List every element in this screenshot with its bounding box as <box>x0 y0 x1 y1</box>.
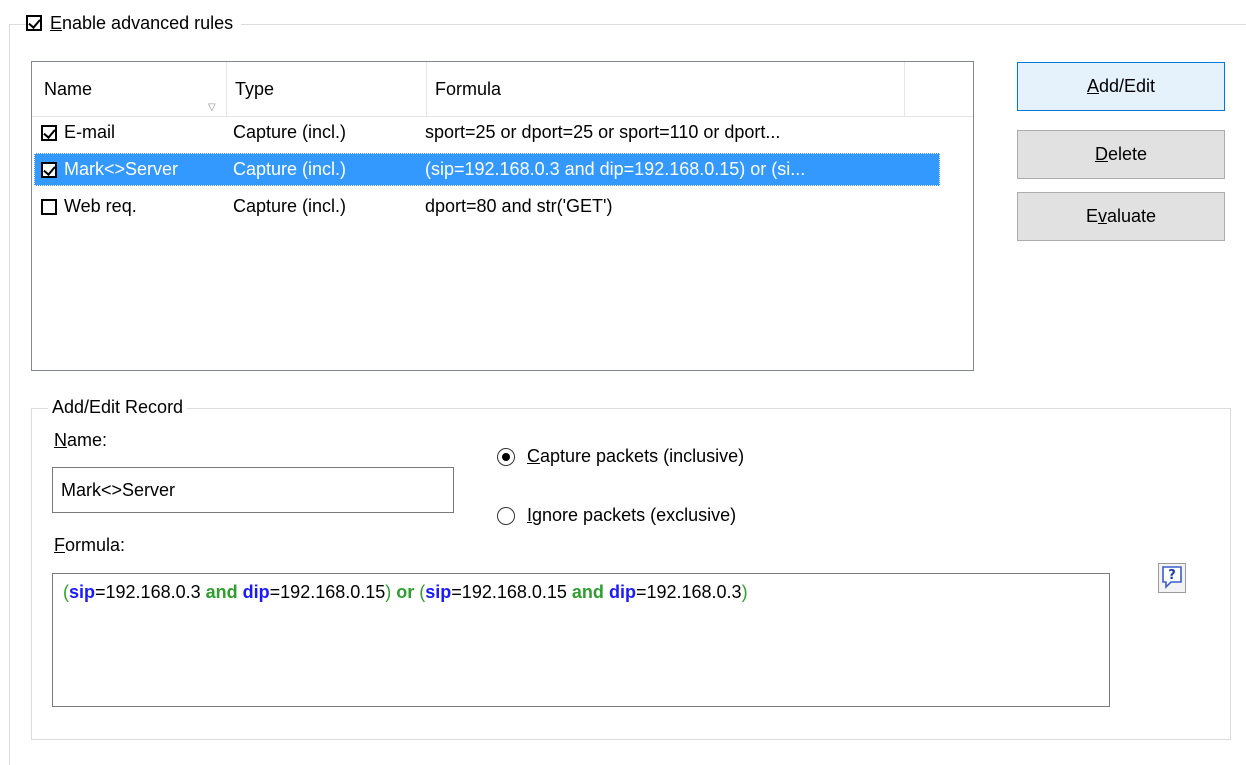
table-row[interactable]: Web req. Capture (incl.) dport=80 and str(… <box>34 190 940 223</box>
cell-formula: (sip=192.168.0.3 and dip=192.168.0.15) o… <box>425 159 806 179</box>
column-header-filler <box>905 62 973 116</box>
capture-radio-label: Capture packets (inclusive) <box>527 446 745 466</box>
list-header: Name ▽ Type Formula <box>32 62 973 117</box>
table-row[interactable]: Mark<>Server Capture (incl.) (sip=192.168.… <box>34 153 940 186</box>
formula-token: sip <box>69 582 96 602</box>
enable-advanced-rules-label: Enable advanced rules <box>50 12 234 33</box>
help-question-icon: ? <box>1162 566 1182 589</box>
formula-text: (sip=192.168.0.3 and dip=192.168.0.15) o… <box>63 582 1099 603</box>
cell-name: Web req. <box>64 196 137 216</box>
add-edit-record-legend: Add/Edit Record <box>48 397 188 418</box>
cell-name: E-mail <box>64 122 116 142</box>
cell-formula: dport=80 and str('GET') <box>425 196 613 216</box>
help-button[interactable]: ? <box>1158 563 1186 593</box>
capture-radio-indicator[interactable] <box>497 447 515 466</box>
formula-label: Formula: <box>54 535 126 555</box>
formula-token: sip <box>425 582 452 602</box>
formula-token: dip <box>608 582 636 602</box>
formula-token: =192.168.0.15 <box>451 582 572 602</box>
delete-button[interactable]: Delete <box>1017 130 1225 179</box>
formula-token: ) <box>385 582 397 602</box>
ignore-radio-indicator[interactable] <box>497 506 515 525</box>
ignore-packets-radio[interactable]: Ignore packets (exclusive) <box>497 505 736 526</box>
row-checkbox[interactable] <box>41 162 57 178</box>
svg-text:?: ? <box>1168 568 1176 583</box>
table-row[interactable]: E-mail Capture (incl.) sport=25 or dport=2… <box>34 116 940 149</box>
formula-field[interactable]: (sip=192.168.0.3 and dip=192.168.0.15) o… <box>52 573 1110 707</box>
enable-advanced-rules-check[interactable] <box>26 15 42 31</box>
capture-packets-radio[interactable]: Capture packets (inclusive) <box>497 446 744 467</box>
rules-list[interactable]: Name ▽ Type Formula E-mail Capture (incl.… <box>31 61 974 371</box>
column-header-type[interactable]: Type <box>227 62 427 116</box>
name-field[interactable]: Mark<>Server <box>52 467 454 513</box>
formula-token: =192.168.0.3 <box>635 582 742 602</box>
enable-advanced-rules-checkbox[interactable]: Enable advanced rules <box>26 10 242 36</box>
evaluate-button[interactable]: Evaluate <box>1017 192 1225 241</box>
row-checkbox[interactable] <box>41 199 57 215</box>
formula-token: =192.168.0.15 <box>269 582 386 602</box>
cell-type: Capture (incl.) <box>233 159 347 179</box>
formula-token: and <box>205 582 238 602</box>
cell-type: Capture (incl.) <box>233 122 347 142</box>
formula-token: or <box>396 582 415 602</box>
column-header-formula[interactable]: Formula <box>427 62 905 116</box>
formula-token: and <box>571 582 604 602</box>
cell-name: Mark<>Server <box>64 159 179 179</box>
add-edit-button[interactable]: Add/Edit <box>1017 62 1225 111</box>
ignore-radio-label: Ignore packets (exclusive) <box>527 505 737 525</box>
formula-token: dip <box>242 582 270 602</box>
formula-token: ( <box>414 582 426 602</box>
name-label: Name: <box>54 430 108 450</box>
cell-type: Capture (incl.) <box>233 196 347 216</box>
column-header-name[interactable]: Name ▽ <box>32 62 227 116</box>
formula-token: =192.168.0.3 <box>95 582 206 602</box>
cell-formula: sport=25 or dport=25 or sport=110 or dpo… <box>425 122 781 142</box>
row-checkbox[interactable] <box>41 125 57 141</box>
formula-token: ) <box>741 582 748 602</box>
